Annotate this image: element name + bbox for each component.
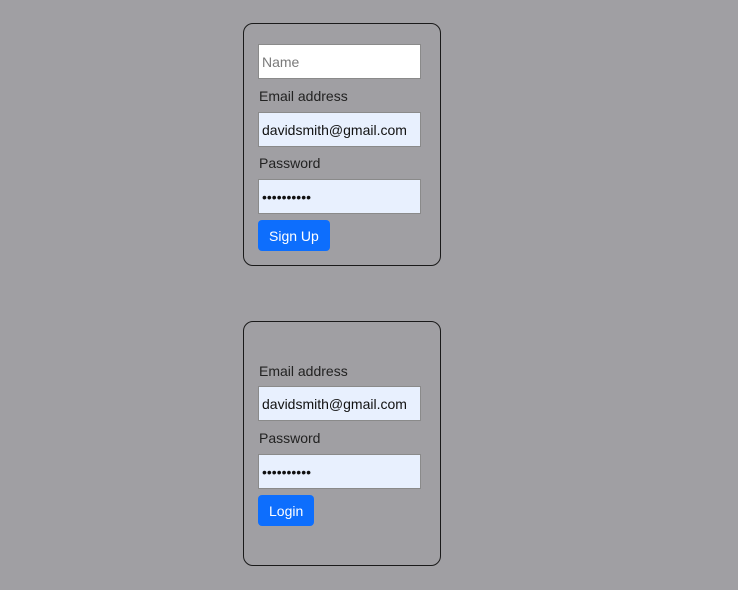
signup-email-input[interactable] [258, 112, 421, 147]
sign-up-button[interactable]: Sign Up [258, 220, 330, 251]
login-password-input[interactable] [258, 454, 421, 489]
login-form-card: Email address Password Login [243, 321, 441, 566]
login-email-label: Email address [259, 363, 348, 379]
signup-password-input[interactable] [258, 179, 421, 214]
login-password-label: Password [259, 430, 321, 446]
signup-password-label: Password [259, 155, 321, 171]
login-button[interactable]: Login [258, 495, 315, 526]
signup-email-label: Email address [259, 88, 348, 104]
name-input[interactable] [258, 44, 421, 79]
login-email-input[interactable] [258, 386, 421, 421]
signup-form-card: Email address Password Sign Up [243, 23, 441, 266]
